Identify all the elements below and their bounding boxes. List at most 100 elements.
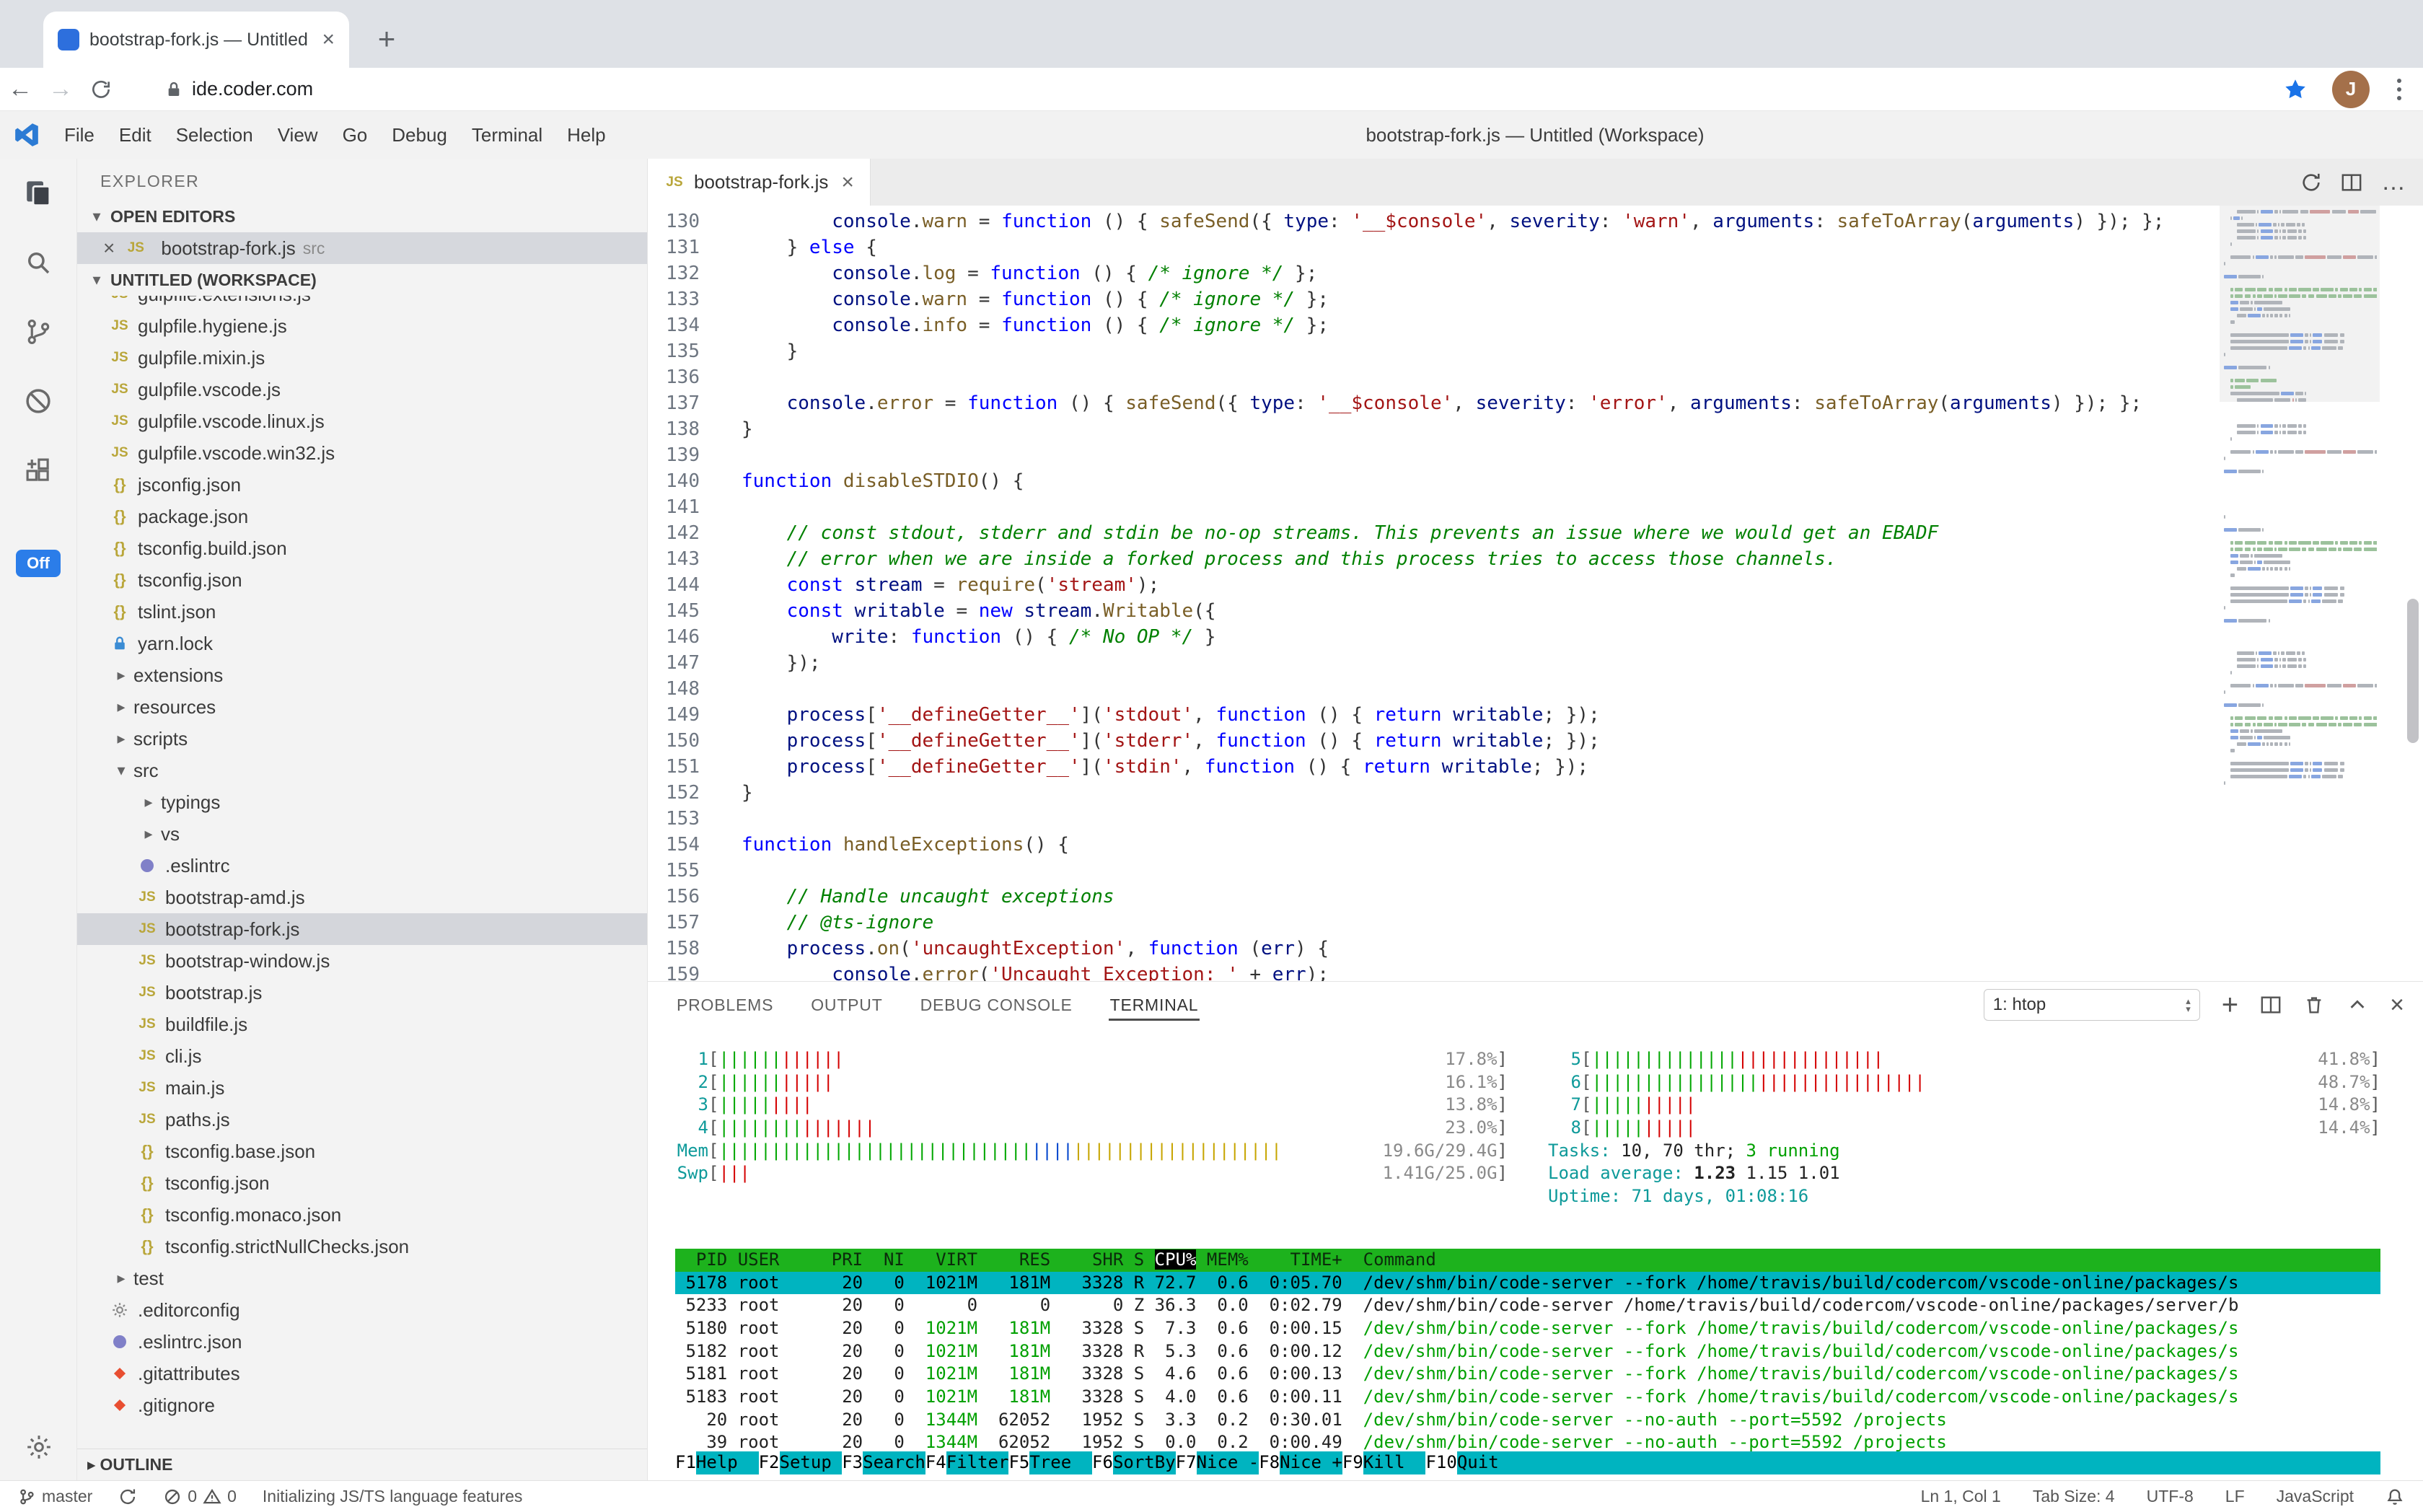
open-editors-header[interactable]: ▾ OPEN EDITORS xyxy=(77,201,647,232)
bell-icon[interactable] xyxy=(2385,1487,2404,1506)
tab-close-icon[interactable]: × xyxy=(841,170,854,195)
process-row-5181[interactable]: 5181 root 20 0 1021M 181M 3328 S 4.6 0.6… xyxy=(675,1363,2380,1386)
tree-item-vs[interactable]: ▸vs xyxy=(77,818,647,850)
tab-close-icon[interactable]: × xyxy=(322,29,335,50)
tree-item-jsconfig-json[interactable]: {}jsconfig.json xyxy=(77,469,647,501)
fkey-f8[interactable]: F8Nice + xyxy=(1259,1451,1342,1474)
tree-item-gulpfile-hygiene-js[interactable]: JSgulpfile.hygiene.js xyxy=(77,310,647,342)
tree-item-typings[interactable]: ▸typings xyxy=(77,786,647,818)
off-toggle-badge[interactable]: Off xyxy=(16,550,61,577)
panel-tab-output[interactable]: OUTPUT xyxy=(809,990,884,1019)
new-tab-button[interactable]: + xyxy=(366,19,407,59)
close-icon[interactable]: × xyxy=(103,237,115,260)
fkey-f6[interactable]: F6SortBy xyxy=(1092,1451,1176,1474)
browser-menu-icon[interactable] xyxy=(2394,76,2404,103)
kill-terminal-icon[interactable] xyxy=(2303,994,2325,1016)
minimap[interactable] xyxy=(2220,206,2380,981)
tree-item-cli-js[interactable]: JScli.js xyxy=(77,1040,647,1072)
bookmark-star-icon[interactable] xyxy=(2283,77,2308,102)
tree-item-paths-js[interactable]: JSpaths.js xyxy=(77,1104,647,1135)
menu-go[interactable]: Go xyxy=(330,124,380,146)
encoding[interactable]: UTF-8 xyxy=(2147,1487,2194,1506)
tree-item-gulpfile-mixin-js[interactable]: JSgulpfile.mixin.js xyxy=(77,342,647,374)
tree-item--editorconfig[interactable]: .editorconfig xyxy=(77,1294,647,1326)
tree-item--eslintrc[interactable]: .eslintrc xyxy=(77,850,647,882)
explorer-icon[interactable] xyxy=(0,159,76,228)
fkey-f9[interactable]: F9Kill xyxy=(1342,1451,1426,1474)
tree-item-test[interactable]: ▸test xyxy=(77,1262,647,1294)
new-terminal-icon[interactable]: + xyxy=(2222,990,2238,1019)
settings-gear-icon[interactable] xyxy=(0,1433,77,1462)
profile-avatar[interactable]: J xyxy=(2332,71,2370,108)
open-editor-item[interactable]: × JS bootstrap-fork.js src xyxy=(77,232,647,264)
split-editor-icon[interactable] xyxy=(2341,172,2362,193)
fkey-f3[interactable]: F3Search xyxy=(842,1451,925,1474)
terminal[interactable]: 1[||||||||||||17.8%]2[|||||||||||16.1%]3… xyxy=(648,1028,2423,1480)
tree-item-buildfile-js[interactable]: JSbuildfile.js xyxy=(77,1008,647,1040)
page-scrollbar-thumb[interactable] xyxy=(2407,599,2419,743)
terminal-picker[interactable]: 1: htop ▴▾ xyxy=(1984,989,2200,1021)
tree-item-gulpfile-extensions-js[interactable]: JSgulpfile.extensions.js xyxy=(77,296,647,310)
reload-icon[interactable] xyxy=(81,78,121,101)
tree-item-src[interactable]: ▾src xyxy=(77,755,647,786)
git-branch-status[interactable]: master xyxy=(17,1487,92,1506)
fkey-f7[interactable]: F7Nice - xyxy=(1176,1451,1259,1474)
process-row-20[interactable]: 20 root 20 0 1344M 62052 1952 S 3.3 0.2 … xyxy=(675,1409,2380,1432)
cursor-position[interactable]: Ln 1, Col 1 xyxy=(1921,1487,2001,1506)
source-control-icon[interactable] xyxy=(0,297,76,366)
process-row-5182[interactable]: 5182 root 20 0 1021M 181M 3328 R 5.3 0.6… xyxy=(675,1340,2380,1363)
tree-item-gulpfile-vscode-js[interactable]: JSgulpfile.vscode.js xyxy=(77,374,647,405)
tab-size[interactable]: Tab Size: 4 xyxy=(2033,1487,2115,1506)
tree-item-main-js[interactable]: JSmain.js xyxy=(77,1072,647,1104)
tree-item-gulpfile-vscode-win32-js[interactable]: JSgulpfile.vscode.win32.js xyxy=(77,437,647,469)
search-icon[interactable] xyxy=(0,228,76,297)
menu-debug[interactable]: Debug xyxy=(379,124,459,146)
process-row-5180[interactable]: 5180 root 20 0 1021M 181M 3328 S 7.3 0.6… xyxy=(675,1317,2380,1340)
fkey-f10[interactable]: F10Quit xyxy=(1425,1451,1519,1474)
tree-item-yarn-lock[interactable]: yarn.lock xyxy=(77,628,647,659)
extensions-icon[interactable] xyxy=(0,436,76,505)
close-panel-icon[interactable]: × xyxy=(2390,993,2404,1017)
tree-item-gulpfile-vscode-linux-js[interactable]: JSgulpfile.vscode.linux.js xyxy=(77,405,647,437)
tree-item-tsconfig-base-json[interactable]: {}tsconfig.base.json xyxy=(77,1135,647,1167)
code-editor[interactable]: 1301311321331341351361371381391401411421… xyxy=(648,206,2423,981)
tree-item-tsconfig-monaco-json[interactable]: {}tsconfig.monaco.json xyxy=(77,1199,647,1231)
browser-tab[interactable]: bootstrap-fork.js — Untitled (W × xyxy=(43,12,349,68)
panel-tab-problems[interactable]: PROBLEMS xyxy=(675,990,775,1019)
tree-item--mention-bot[interactable]: .mention-bot xyxy=(77,1421,647,1428)
forward-icon[interactable]: → xyxy=(40,75,81,103)
process-table-header[interactable]: PID USER PRI NI VIRT RES SHR S CPU% MEM%… xyxy=(675,1249,2380,1272)
tree-item--gitattributes[interactable]: .gitattributes xyxy=(77,1358,647,1389)
tree-item-tsconfig-json[interactable]: {}tsconfig.json xyxy=(77,1167,647,1199)
back-icon[interactable]: ← xyxy=(0,75,40,103)
tree-item-tslint-json[interactable]: {}tslint.json xyxy=(77,596,647,628)
tree-item-scripts[interactable]: ▸scripts xyxy=(77,723,647,755)
editor-tab[interactable]: JS bootstrap-fork.js × xyxy=(648,159,871,206)
workspace-header[interactable]: ▾ UNTITLED (WORKSPACE) xyxy=(77,264,647,296)
tree-item-resources[interactable]: ▸resources xyxy=(77,691,647,723)
eol[interactable]: LF xyxy=(2225,1487,2245,1506)
menu-selection[interactable]: Selection xyxy=(164,124,265,146)
menu-help[interactable]: Help xyxy=(555,124,617,146)
menu-terminal[interactable]: Terminal xyxy=(459,124,555,146)
tree-item-tsconfig-build-json[interactable]: {}tsconfig.build.json xyxy=(77,532,647,564)
tree-item--gitignore[interactable]: .gitignore xyxy=(77,1389,647,1421)
fkey-f2[interactable]: F2Setup xyxy=(759,1451,843,1474)
tree-item-bootstrap-amd-js[interactable]: JSbootstrap-amd.js xyxy=(77,882,647,913)
outline-header[interactable]: ▸ OUTLINE xyxy=(77,1449,647,1480)
tree-item-bootstrap-fork-js[interactable]: JSbootstrap-fork.js xyxy=(77,913,647,945)
process-row-5233[interactable]: 5233 root 20 0 0 0 0 Z 36.3 0.0 0:02.79 … xyxy=(675,1294,2380,1317)
tree-item-package-json[interactable]: {}package.json xyxy=(77,501,647,532)
fkey-f5[interactable]: F5Tree xyxy=(1008,1451,1092,1474)
tree-item-extensions[interactable]: ▸extensions xyxy=(77,659,647,691)
tree-item--eslintrc-json[interactable]: .eslintrc.json xyxy=(77,1326,647,1358)
tree-item-tsconfig-json[interactable]: {}tsconfig.json xyxy=(77,564,647,596)
menu-view[interactable]: View xyxy=(265,124,330,146)
tree-item-bootstrap-window-js[interactable]: JSbootstrap-window.js xyxy=(77,945,647,977)
maximize-panel-icon[interactable] xyxy=(2347,994,2368,1016)
menu-file[interactable]: File xyxy=(52,124,107,146)
tree-item-bootstrap-js[interactable]: JSbootstrap.js xyxy=(77,977,647,1008)
process-row-5178[interactable]: 5178 root 20 0 1021M 181M 3328 R 72.7 0.… xyxy=(675,1272,2380,1295)
sync-status-icon[interactable] xyxy=(118,1487,137,1506)
fkey-f1[interactable]: F1Help xyxy=(675,1451,759,1474)
